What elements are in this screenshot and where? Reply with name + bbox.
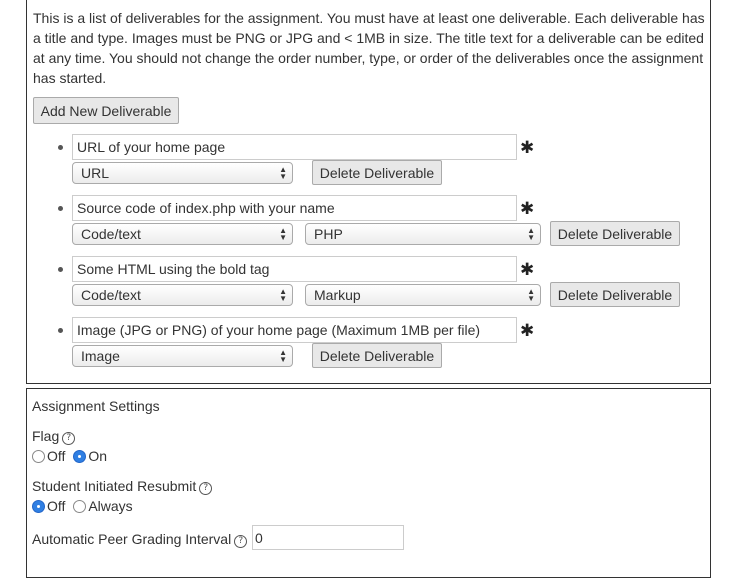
resubmit-option-always[interactable]: Always xyxy=(73,498,133,514)
updown-chevron-icon: ▲ ▼ xyxy=(279,226,287,242)
radio-label: On xyxy=(88,448,107,464)
radio-label: Off xyxy=(47,448,66,464)
deliverable-type-select[interactable]: Code/text ▲ ▼ xyxy=(72,284,293,306)
intro-text: This is a list of deliverables for the a… xyxy=(33,10,705,86)
resubmit-radio-group: Off Always xyxy=(32,498,137,514)
deliverable-type-value: Code/text xyxy=(81,226,141,242)
deliverable-subtype-select[interactable]: PHP ▲ ▼ xyxy=(305,223,541,245)
resubmit-label: Student Initiated Resubmit? xyxy=(32,478,213,495)
deliverable-title-input[interactable]: Source code of index.php with your name xyxy=(72,195,517,221)
resubmit-label-text: Student Initiated Resubmit xyxy=(32,478,197,494)
radio-button[interactable] xyxy=(73,500,87,513)
delete-deliverable-button[interactable]: Delete Deliverable xyxy=(312,160,442,185)
bullet xyxy=(58,328,63,333)
help-circle-icon[interactable]: ? xyxy=(234,535,248,548)
deliverable-title-input[interactable]: Some HTML using the bold tag xyxy=(72,256,517,282)
delete-deliverable-button[interactable]: Delete Deliverable xyxy=(550,282,680,307)
radio-button-selected[interactable] xyxy=(73,450,87,463)
updown-chevron-icon: ▲ ▼ xyxy=(527,287,535,303)
peer-interval-label: Automatic Peer Grading Interval? xyxy=(32,531,248,548)
help-circle-icon[interactable]: ? xyxy=(62,432,76,445)
required-asterisk-icon: ✱ xyxy=(520,321,535,340)
deliverable-type-select[interactable]: Image ▲ ▼ xyxy=(72,345,293,367)
radio-label: Always xyxy=(88,498,133,514)
radio-label: Off xyxy=(47,498,66,514)
flag-label: Flag? xyxy=(32,428,76,445)
flag-option-on[interactable]: On xyxy=(73,448,107,464)
bullet xyxy=(58,267,63,272)
deliverable-type-value: Code/text xyxy=(81,287,141,303)
deliverable-subtype-value: PHP xyxy=(314,226,343,242)
updown-chevron-icon: ▲ ▼ xyxy=(527,226,535,242)
deliverable-type-value: Image xyxy=(81,348,120,364)
peer-interval-label-text: Automatic Peer Grading Interval xyxy=(32,531,232,547)
radio-button-selected[interactable] xyxy=(32,500,45,513)
deliverable-type-select[interactable]: Code/text ▲ ▼ xyxy=(72,223,293,245)
deliverable-subtype-select[interactable]: Markup ▲ ▼ xyxy=(305,284,541,306)
required-asterisk-icon: ✱ xyxy=(520,199,535,218)
delete-deliverable-button[interactable]: Delete Deliverable xyxy=(312,343,442,368)
delete-deliverable-button[interactable]: Delete Deliverable xyxy=(550,221,680,246)
bullet xyxy=(58,206,63,211)
radio-button[interactable] xyxy=(32,450,45,463)
deliverable-type-value: URL xyxy=(81,165,110,181)
updown-chevron-icon: ▲ ▼ xyxy=(279,287,287,303)
help-circle-icon[interactable]: ? xyxy=(199,482,213,495)
flag-radio-group: Off On xyxy=(32,448,111,464)
updown-chevron-icon: ▲ ▼ xyxy=(279,348,287,364)
resubmit-option-off[interactable]: Off xyxy=(32,498,65,514)
assignment-settings-panel: Assignment Settings Flag? Off On Student… xyxy=(26,388,711,578)
add-deliverable-button[interactable]: Add New Deliverable xyxy=(33,97,179,124)
flag-option-off[interactable]: Off xyxy=(32,448,65,464)
deliverable-title-input[interactable]: URL of your home page xyxy=(72,134,517,160)
settings-heading: Assignment Settings xyxy=(32,398,160,414)
deliverable-subtype-value: Markup xyxy=(314,287,361,303)
peer-interval-input[interactable]: 0 xyxy=(252,525,404,550)
required-asterisk-icon: ✱ xyxy=(520,260,535,279)
deliverables-panel: This is a list of deliverables for the a… xyxy=(26,0,711,384)
bullet xyxy=(58,145,63,150)
deliverable-title-input[interactable]: Image (JPG or PNG) of your home page (Ma… xyxy=(72,317,517,343)
required-asterisk-icon: ✱ xyxy=(520,138,535,157)
updown-chevron-icon: ▲ ▼ xyxy=(279,165,287,181)
deliverable-type-select[interactable]: URL ▲ ▼ xyxy=(72,162,293,184)
flag-label-text: Flag xyxy=(32,428,60,444)
